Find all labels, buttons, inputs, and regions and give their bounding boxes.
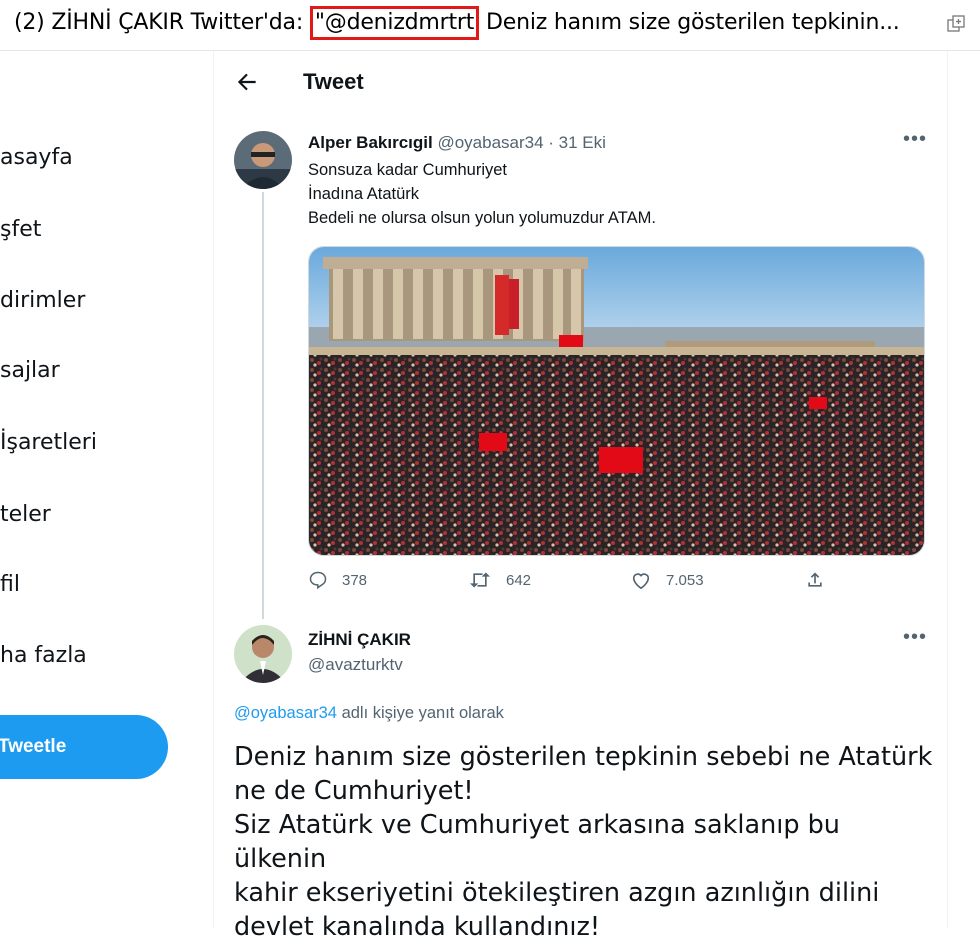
copy-icon[interactable] [946, 14, 966, 34]
reply-mention-link[interactable]: @oyabasar34 [234, 704, 337, 722]
tweet-line-3: Bedeli ne olursa olsun yolun yolumuzdur … [308, 209, 656, 227]
nav-item-home[interactable]: asayfa [0, 145, 73, 170]
nav-item-notifications[interactable]: dirimler [0, 288, 85, 313]
more-options-icon[interactable]: ••• [903, 128, 927, 151]
replying-to-line: @oyabasar34 adlı kişiye yanıt olarak [234, 704, 504, 723]
tweet-photo[interactable] [308, 246, 925, 556]
nav-item-bookmarks[interactable]: İşaretleri [0, 430, 97, 455]
heart-icon [632, 573, 650, 590]
main-tweet-line-5: devlet kanalında kullandınız! [234, 912, 601, 942]
title-suffix: Deniz hanım size gösterilen tepkinin... [479, 10, 900, 35]
window-title: (2) ZİHNİ ÇAKIR Twitter'da: "@denizdmrtr… [14, 6, 900, 40]
main-author-name[interactable]: ZİHNİ ÇAKIR [308, 630, 411, 650]
page-header: Tweet [214, 51, 947, 115]
retweet-icon [470, 572, 490, 588]
back-arrow-icon[interactable] [234, 69, 260, 95]
page-title: Tweet [303, 69, 364, 94]
alper-avatar-image [234, 131, 292, 189]
tweet-line-2: İnadına Atatürk [308, 185, 419, 203]
reply-action[interactable]: 378 [308, 570, 367, 590]
window-title-bar: (2) ZİHNİ ÇAKIR Twitter'da: "@denizdmrtr… [0, 0, 980, 51]
avatar[interactable] [234, 131, 292, 189]
more-options-icon[interactable]: ••• [903, 626, 927, 649]
main-tweet-line-2: ne de Cumhuriyet! [234, 776, 474, 806]
retweet-action[interactable]: 642 [468, 570, 531, 590]
tweet-button[interactable]: Tweetle [0, 715, 168, 779]
like-count: 7.053 [666, 571, 704, 589]
share-action[interactable] [805, 570, 825, 590]
nav-item-messages[interactable]: sajlar [0, 358, 60, 383]
author-name[interactable]: Alper Bakırcıgil [308, 133, 433, 152]
main-tweet-line-4: kahir ekseriyetini ötekileştiren azgın a… [234, 878, 880, 908]
nav-item-more[interactable]: ha fazla [0, 643, 87, 668]
main-tweet-text: Deniz hanım size gösterilen tepkinin seb… [234, 740, 934, 944]
nav-item-lists[interactable]: teler [0, 502, 51, 527]
anitkabir-crowd-photo [309, 247, 924, 555]
share-icon [808, 572, 822, 587]
left-sidebar: asayfa şfet dirimler sajlar İşaretleri t… [0, 51, 213, 928]
quoted-author-row: Alper Bakırcıgil @oyabasar34 · 31 Eki [308, 133, 606, 153]
nav-item-profile[interactable]: fil [0, 572, 20, 597]
title-prefix: (2) ZİHNİ ÇAKIR Twitter'da: [14, 10, 310, 35]
avatar[interactable] [234, 625, 292, 683]
like-action[interactable]: 7.053 [630, 570, 704, 590]
main-tweet-line-1: Deniz hanım size gösterilen tepkinin seb… [234, 742, 933, 772]
thread-connector-line [262, 192, 264, 619]
tweet-time[interactable]: · 31 Eki [544, 133, 606, 152]
retweet-count: 642 [506, 571, 532, 589]
zihni-avatar-image [234, 625, 292, 683]
main-author-handle[interactable]: @avazturktv [308, 655, 403, 675]
tweet-line-1: Sonsuza kadar Cumhuriyet [308, 161, 508, 179]
reply-icon [309, 571, 327, 590]
nav-item-explore[interactable]: şfet [0, 217, 41, 242]
reply-count: 378 [342, 571, 368, 589]
reply-to-suffix: adlı kişiye yanıt olarak [336, 704, 504, 722]
title-highlighted-mention: "@denizdmrtrt [309, 6, 480, 40]
author-handle[interactable]: @oyabasar34 [437, 133, 543, 152]
main-tweet-line-3: Siz Atatürk ve Cumhuriyet arkasına sakla… [234, 810, 840, 874]
